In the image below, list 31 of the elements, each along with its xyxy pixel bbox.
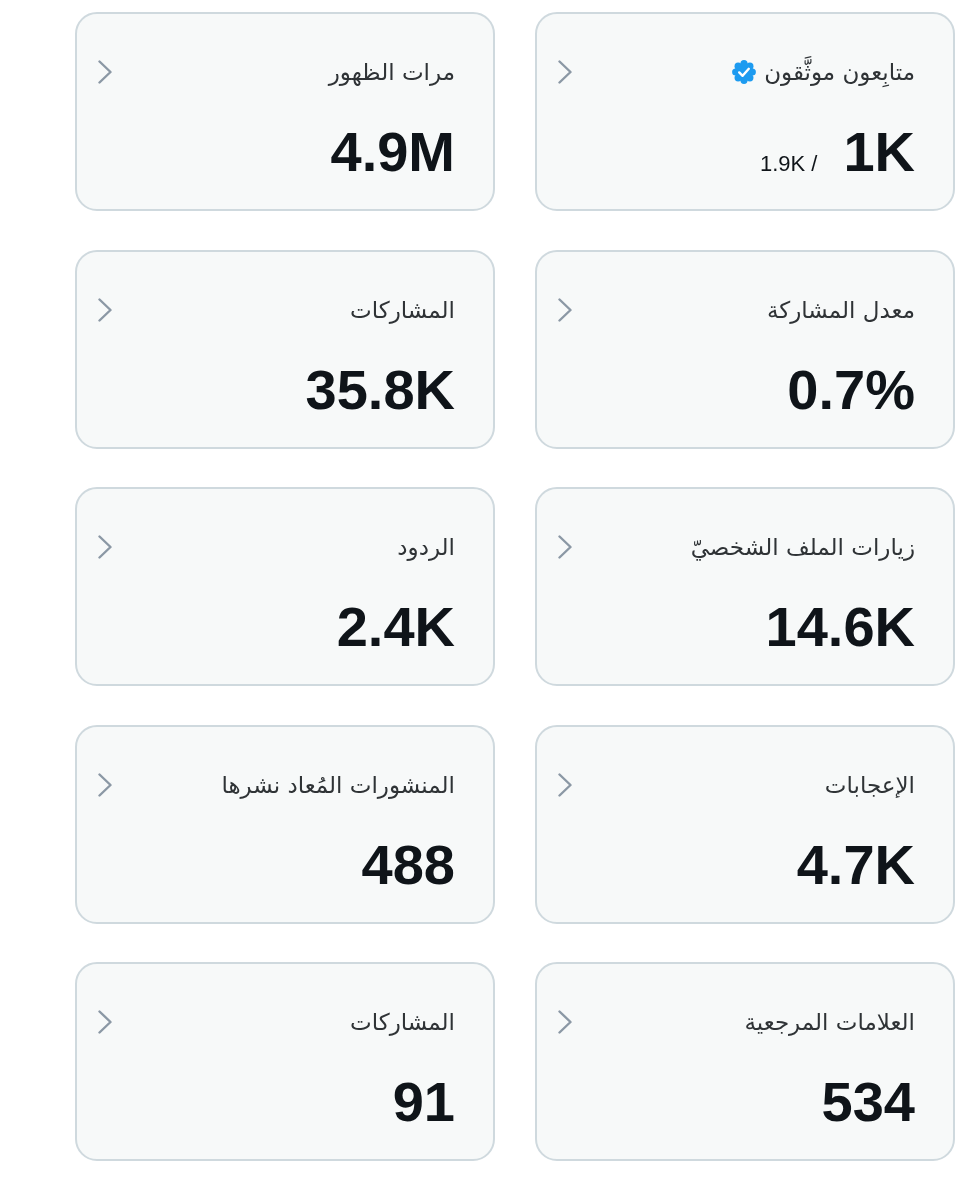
metric-value: 14.6K	[765, 599, 915, 655]
metric-label: مرات الظهور	[328, 58, 455, 88]
metric-label: الإعجابات	[824, 770, 915, 800]
metric-value: 0.7%	[787, 361, 915, 418]
metric-value: 4.9M	[330, 124, 455, 180]
metric-label: المشاركات	[350, 1008, 455, 1038]
chevron-icon	[558, 535, 572, 559]
chevron-icon	[558, 60, 572, 84]
chevron-icon	[98, 60, 112, 84]
metric-value: 2.4K	[336, 599, 455, 655]
metric-label: الردود	[397, 533, 455, 563]
metric-label: زيارات الملف الشخصيّ	[690, 533, 915, 563]
metric-value: 35.8K	[305, 361, 455, 418]
metric-label: معدل المشاركة	[766, 295, 915, 326]
metric-value: 1K	[843, 124, 915, 180]
chevron-icon	[558, 1010, 572, 1034]
metric-value: 91	[392, 1074, 455, 1130]
metric-value: 488	[361, 836, 455, 893]
metric-label: العلامات المرجعية	[744, 1008, 915, 1038]
chevron-icon	[98, 535, 112, 559]
chevron-icon	[98, 1010, 112, 1034]
chevron-icon	[98, 772, 112, 797]
metric-value: 4.7K	[796, 836, 915, 893]
metric-label: المنشورات المُعاد نشرها	[221, 770, 455, 801]
metric-total: / 1.9K	[759, 151, 818, 177]
chevron-icon	[558, 297, 572, 322]
metric-label: المشاركات	[350, 295, 455, 326]
chevron-icon	[98, 297, 112, 322]
metric-value: 534	[821, 1074, 915, 1130]
chevron-icon	[558, 772, 572, 797]
metric-label: متابِعون موثَّقون	[764, 56, 915, 88]
